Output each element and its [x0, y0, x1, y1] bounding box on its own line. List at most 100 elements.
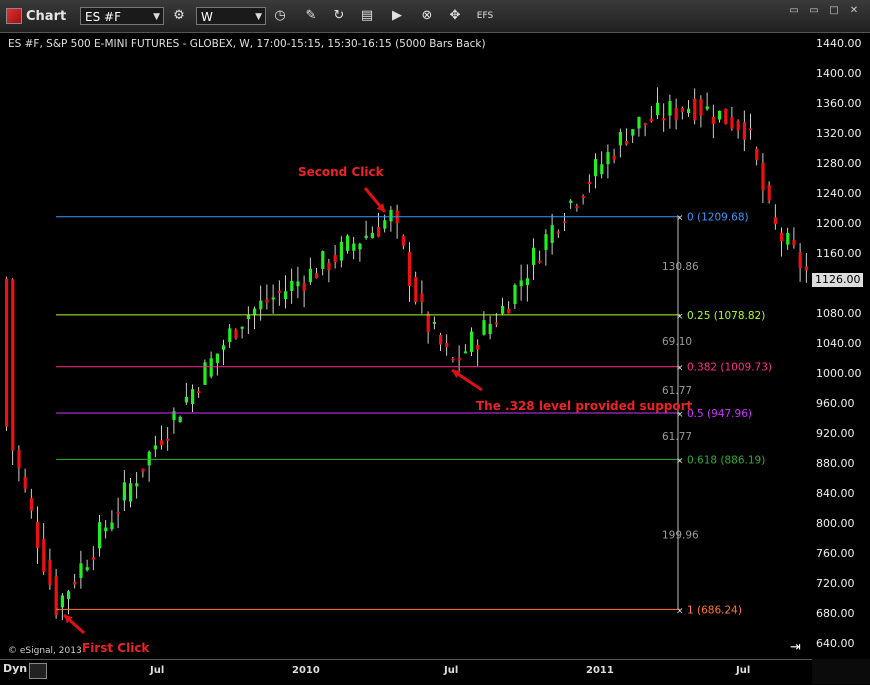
interval-combo[interactable]: W ▼	[196, 7, 266, 25]
pencil-icon[interactable]: ✎	[302, 7, 320, 25]
candle-body	[389, 209, 393, 222]
price-chart[interactable]: 0 (1209.68)×0.25 (1078.82)×0.382 (1009.7…	[0, 33, 812, 659]
symbol-combo[interactable]: ES #F ▼	[80, 7, 164, 25]
last-price-tag: 1126.00	[812, 272, 863, 287]
candle-body	[73, 581, 77, 585]
price-tick-label: 1400.00	[816, 67, 862, 80]
price-tick-label: 880.00	[816, 457, 855, 470]
candle-body	[302, 283, 306, 291]
maximize-icon[interactable]: □	[826, 4, 842, 18]
play-icon[interactable]: ▶	[388, 7, 406, 25]
price-tick-label: 840.00	[816, 487, 855, 500]
candle-body	[122, 482, 126, 501]
price-tick-label: 1440.00	[816, 37, 862, 50]
candle-body	[333, 255, 337, 262]
price-axis[interactable]: 1440.00 1400.00 1360.00 1320.00 1280.00 1240.…	[812, 33, 870, 659]
candle-body	[172, 411, 176, 421]
candle-body	[358, 243, 362, 250]
candle-body	[625, 140, 629, 145]
candle-body	[228, 328, 232, 343]
candle-body	[364, 235, 368, 238]
minimize-icon[interactable]: ▭	[786, 4, 802, 18]
candle-body	[29, 498, 33, 511]
price-tick-label: 1280.00	[816, 157, 862, 170]
restore-icon[interactable]: ▭	[806, 4, 822, 18]
tools-icon[interactable]: ✥	[446, 7, 464, 25]
dyn-toggle[interactable]	[29, 663, 47, 679]
time-axis[interactable]: Jul 2010 Jul 2011 Jul	[0, 659, 812, 685]
candle-body	[749, 128, 753, 131]
support-note: The .328 level provided support	[476, 399, 693, 413]
candle-body	[736, 120, 740, 131]
candle-body	[265, 299, 269, 303]
candle-body	[519, 280, 523, 287]
efs-icon[interactable]: EFS	[474, 7, 496, 25]
candle-body	[85, 567, 89, 571]
candle-body	[48, 559, 52, 586]
copyright: © eSignal, 2013	[8, 646, 82, 656]
window-title: Chart	[26, 9, 67, 24]
chevron-down-icon[interactable]: ▼	[153, 8, 160, 26]
candle-body	[581, 196, 585, 199]
candle-body	[346, 235, 350, 251]
candle-body	[656, 102, 660, 116]
price-tick-label: 960.00	[816, 397, 855, 410]
chart-plot-area[interactable]: 0 (1209.68) × 0.25 (1078.82) × 0.382 (1009.7…	[0, 33, 813, 659]
candle-body	[718, 110, 722, 120]
dyn-label: Dyn	[3, 662, 28, 675]
fib-level-label: 0.618 (886.19)	[687, 454, 765, 466]
candle-body	[377, 226, 381, 237]
candle-body	[804, 266, 808, 271]
candle-body	[705, 106, 709, 110]
chart-header: ES #F, S&P 500 E-MINI FUTURES - GLOBEX, …	[8, 38, 486, 50]
keyboard-icon[interactable]: ▤	[358, 7, 376, 25]
candle-body	[451, 358, 455, 361]
fib-level-label: 0.25 (1078.82)	[687, 310, 765, 322]
candle-body	[463, 351, 467, 354]
candle-body	[786, 232, 790, 245]
candle-body	[222, 345, 226, 350]
price-tick-label: 1360.00	[816, 97, 862, 110]
candle-body	[414, 276, 418, 302]
candle-body	[5, 278, 9, 427]
candle-body	[525, 278, 529, 286]
clock-icon[interactable]: ◷	[271, 7, 289, 25]
candle-body	[209, 358, 213, 377]
close-icon[interactable]: ✕	[846, 4, 862, 18]
candle-body	[563, 221, 567, 224]
candle-body	[668, 101, 672, 116]
fib-distance-label: 199.96	[662, 529, 699, 541]
candle-body	[271, 297, 275, 300]
fib-level-label: 0 (1209.68)	[687, 212, 749, 224]
candle-body	[246, 315, 250, 320]
link-settings-icon[interactable]: ⚙	[170, 7, 188, 25]
candle-body	[501, 306, 505, 314]
candle-body	[147, 451, 151, 466]
price-tick-label: 1000.00	[816, 367, 862, 380]
candle-body	[197, 390, 201, 394]
candle-body	[259, 300, 263, 310]
price-tick-label: 1160.00	[816, 247, 862, 260]
refresh-icon[interactable]: ↻	[330, 7, 348, 25]
candle-body	[612, 155, 616, 160]
candle-body	[600, 164, 604, 175]
chevron-down-icon[interactable]: ▼	[255, 8, 262, 26]
candle-body	[67, 591, 71, 599]
first-click-label: First Click	[82, 641, 150, 655]
candle-body	[184, 396, 188, 403]
toolbar: Chart ES #F ▼ ⚙ W ▼ ◷ ✎ ↻ ▤ ▶ ⊗ ✥ EFS ▭ …	[0, 0, 870, 33]
candle-body	[699, 99, 703, 116]
goto-end-icon[interactable]: ⇥	[790, 640, 806, 656]
close-circle-icon[interactable]: ⊗	[418, 7, 436, 25]
fib-marker: ×	[676, 364, 684, 374]
candle-body	[649, 118, 653, 122]
candle-body	[160, 440, 164, 446]
candle-body	[253, 308, 257, 315]
price-tick-label: 760.00	[816, 547, 855, 560]
candle-body	[631, 129, 635, 136]
candle-body	[141, 468, 145, 472]
candle-body	[457, 357, 461, 361]
candle-body	[290, 280, 294, 291]
candle-body	[166, 438, 170, 441]
candle-body	[494, 322, 498, 325]
